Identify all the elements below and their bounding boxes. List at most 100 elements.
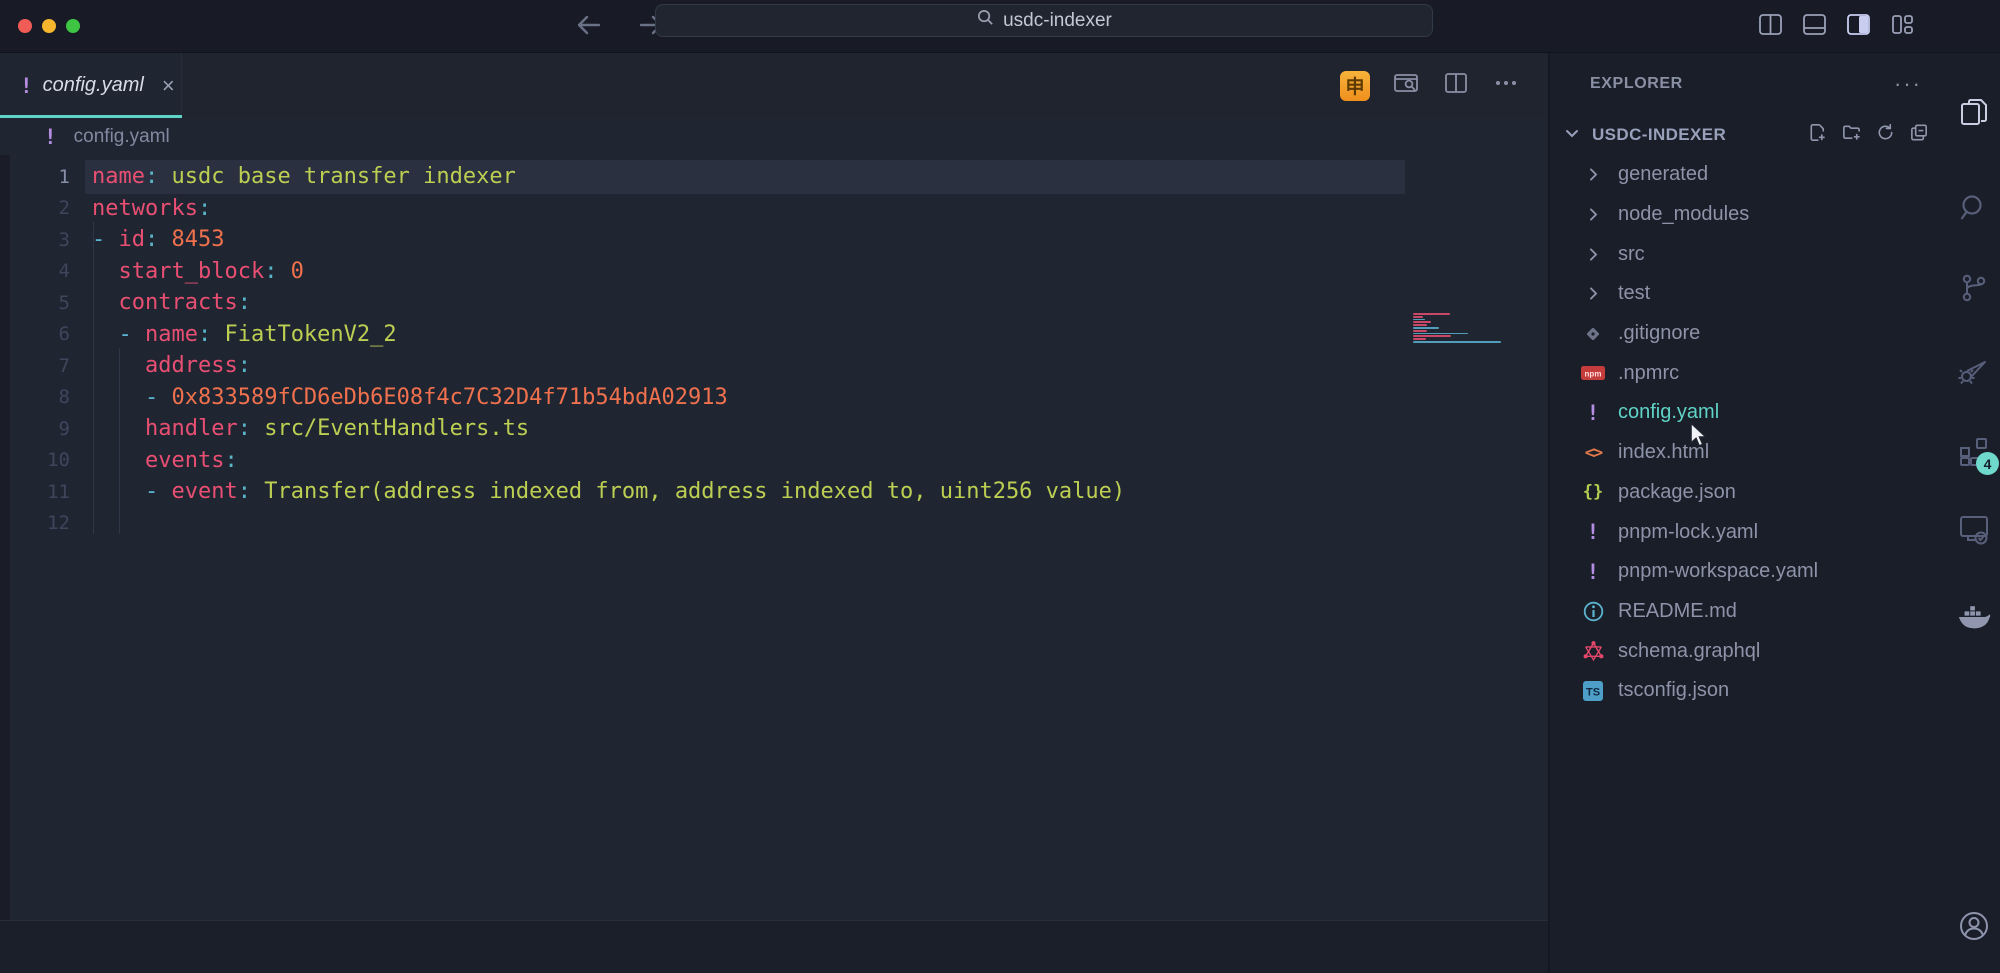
code-line[interactable]: 9 handler: src/EventHandlers.ts — [0, 413, 1548, 445]
file-package-json[interactable]: {}package.json — [1550, 473, 1948, 513]
vscode-window: usdc-indexer ! config.yaml × — [0, 0, 2000, 973]
remote-explorer-view-icon[interactable] — [1955, 509, 1993, 547]
code-text: name: usdc base transfer indexer — [70, 164, 516, 189]
line-number: 1 — [0, 166, 70, 188]
code-line[interactable]: 12 — [0, 508, 1548, 540]
zoom-window-button[interactable] — [66, 19, 80, 33]
code-line[interactable]: 11 - event: Transfer(address indexed fro… — [0, 476, 1548, 508]
active-tab-indicator — [0, 115, 182, 118]
folder-test[interactable]: test — [1550, 274, 1948, 314]
svg-text:TS: TS — [1586, 686, 1600, 698]
chevron-right-icon — [1580, 285, 1606, 302]
tree-item-label: pnpm-lock.yaml — [1618, 521, 1758, 544]
breadcrumb-file-label[interactable]: config.yaml — [74, 126, 170, 148]
code-line[interactable]: 4 start_block: 0 — [0, 256, 1548, 288]
run-debug-view-icon[interactable] — [1955, 349, 1993, 387]
line-number: 8 — [0, 386, 70, 408]
file-tsconfig-json[interactable]: TStsconfig.json — [1550, 671, 1948, 711]
collapse-folders-icon[interactable] — [1909, 122, 1930, 148]
code-text: contracts: — [70, 290, 251, 315]
back-arrow-icon[interactable] — [572, 8, 606, 47]
line-number: 6 — [0, 323, 70, 345]
warn-file-icon: ! — [1580, 560, 1606, 584]
code-line[interactable]: 7 address: — [0, 350, 1548, 382]
explorer-view-icon[interactable] — [1955, 93, 1993, 131]
extensions-view-icon[interactable]: 4 — [1955, 431, 1993, 469]
yaml-file-icon: ! — [20, 74, 33, 98]
account-icon[interactable] — [1955, 907, 1993, 945]
file-pnpm-workspace-yaml[interactable]: !pnpm-workspace.yaml — [1550, 552, 1948, 592]
minimap-line — [1413, 327, 1439, 329]
tree-item-label: generated — [1618, 163, 1708, 186]
code-text: - 0x833589fCD6eDb6E08f4c7C32D4f71b54bdA0… — [70, 385, 728, 410]
activity-bar: 4 — [1948, 53, 2000, 973]
new-folder-icon[interactable] — [1841, 122, 1862, 148]
minimap[interactable] — [1413, 313, 1503, 346]
docker-view-icon[interactable] — [1955, 599, 1993, 637]
refresh-icon[interactable] — [1875, 122, 1896, 148]
formatter-extension-icon[interactable]: 申 — [1340, 71, 1370, 101]
line-number: 12 — [0, 512, 70, 534]
more-actions-icon[interactable] — [1492, 69, 1520, 102]
code-text: networks: — [70, 196, 211, 221]
split-editor-icon[interactable] — [1442, 69, 1470, 102]
code-line[interactable]: 2networks: — [0, 193, 1548, 225]
toggle-panel-icon[interactable] — [1801, 11, 1828, 43]
panel-area-empty — [0, 920, 1548, 973]
code-line[interactable]: 10 events: — [0, 445, 1548, 477]
search-value: usdc-indexer — [1003, 10, 1112, 32]
folder-src[interactable]: src — [1550, 234, 1948, 274]
tree-item-label: test — [1618, 282, 1650, 305]
search-icon — [976, 8, 995, 33]
mouse-cursor — [1687, 421, 1711, 456]
minimap-line — [1413, 338, 1426, 340]
source-control-view-icon[interactable] — [1955, 269, 1993, 307]
search-view-icon[interactable] — [1955, 189, 1993, 227]
minimap-line — [1413, 321, 1431, 323]
minimap-line — [1413, 344, 1503, 346]
folder-generated[interactable]: generated — [1550, 155, 1948, 195]
breadcrumb[interactable]: ! config.yaml — [0, 118, 1548, 155]
close-window-button[interactable] — [18, 19, 32, 33]
toggle-secondary-sidebar-icon[interactable] — [1845, 11, 1872, 43]
file-schema-graphql[interactable]: schema.graphql — [1550, 631, 1948, 671]
explorer-more-actions-icon[interactable]: ··· — [1894, 79, 1922, 89]
tab-bar: ! config.yaml × 申 — [0, 53, 1548, 118]
minimap-line — [1413, 330, 1427, 332]
code-line[interactable]: 3- id: 8453 — [0, 224, 1548, 256]
command-center-search[interactable]: usdc-indexer — [655, 4, 1433, 37]
warn-file-icon: ! — [1580, 401, 1606, 425]
code-line[interactable]: 6 - name: FiatTokenV2_2 — [0, 319, 1548, 351]
code-editor[interactable]: 1name: usdc base transfer indexer2networ… — [0, 155, 1548, 920]
tab-config-yaml[interactable]: ! config.yaml × — [0, 53, 182, 118]
customize-layout-icon[interactable] — [1889, 11, 1916, 43]
chevron-right-icon — [1580, 246, 1606, 263]
tab-close-icon[interactable]: × — [162, 73, 175, 99]
minimap-line — [1413, 324, 1427, 326]
open-preview-icon[interactable] — [1392, 69, 1420, 102]
file-pnpm-lock-yaml[interactable]: !pnpm-lock.yaml — [1550, 512, 1948, 552]
file-README-md[interactable]: README.md — [1550, 592, 1948, 632]
code-text: - id: 8453 — [70, 227, 224, 252]
minimize-window-button[interactable] — [42, 19, 56, 33]
explorer-panel-title: EXPLORER — [1590, 75, 1683, 93]
file-config-yaml[interactable]: !config.yaml — [1550, 393, 1948, 433]
code-line[interactable]: 1name: usdc base transfer indexer — [0, 161, 1548, 193]
code-text: events: — [70, 448, 238, 473]
line-number: 4 — [0, 260, 70, 282]
project-root-row[interactable]: USDC-INDEXER — [1550, 115, 1948, 155]
code-line[interactable]: 5 contracts: — [0, 287, 1548, 319]
file--gitignore[interactable]: .gitignore — [1550, 314, 1948, 354]
tree-item-label: package.json — [1618, 481, 1736, 504]
toggle-primary-sidebar-icon[interactable] — [1757, 11, 1784, 43]
folder-node_modules[interactable]: node_modules — [1550, 195, 1948, 235]
tab-label: config.yaml — [43, 74, 144, 97]
title-bar: usdc-indexer — [0, 0, 2000, 53]
code-line[interactable]: 8 - 0x833589fCD6eDb6E08f4c7C32D4f71b54bd… — [0, 382, 1548, 414]
new-file-icon[interactable] — [1807, 122, 1828, 148]
ts-file-icon: TS — [1580, 681, 1606, 701]
minimap-line — [1413, 335, 1451, 337]
file--npmrc[interactable]: npm.npmrc — [1550, 353, 1948, 393]
tree-item-label: README.md — [1618, 600, 1737, 623]
file-index-html[interactable]: <>index.html — [1550, 433, 1948, 473]
